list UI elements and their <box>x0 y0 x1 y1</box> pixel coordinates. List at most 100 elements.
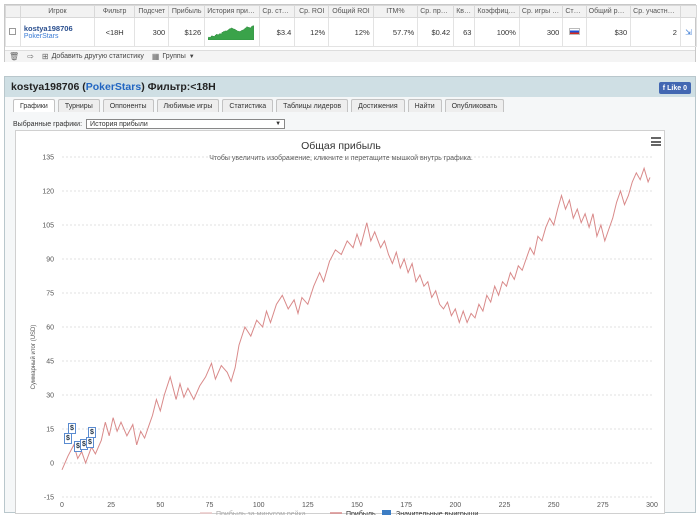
player-name-link[interactable]: kostya198706 <box>24 24 91 33</box>
facebook-like-button[interactable]: f Like 0 <box>658 82 691 94</box>
col-header-coefficient[interactable]: Коэффициент <box>474 5 520 18</box>
chart-svg: Общая прибыль Чтобы увеличить изображени… <box>30 140 658 515</box>
player-site-link[interactable]: PokerStars <box>24 33 91 40</box>
col-header-extra <box>679 5 698 18</box>
x-tick-label: 25 <box>107 502 115 509</box>
col-header-player[interactable]: Игрок <box>19 5 96 18</box>
col-header-total-rake[interactable]: Общий рейк <box>585 5 632 18</box>
x-tick-label: 300 <box>646 502 658 509</box>
y-tick-label: 105 <box>42 223 54 230</box>
col-header-qualif[interactable]: Квалиф. <box>453 5 476 18</box>
y-tick-label: 30 <box>46 393 54 400</box>
col-header-filter[interactable]: Фильтр <box>93 5 136 18</box>
profit-chart[interactable]: Общая прибыль Чтобы увеличить изображени… <box>15 130 665 515</box>
trash-icon: 🗑 <box>9 52 20 61</box>
menu-bar <box>651 140 661 143</box>
tab-graphs[interactable]: Графики <box>13 99 55 112</box>
x-tick-label: 100 <box>253 502 265 509</box>
like-label: Like 0 <box>667 84 687 92</box>
menu-bar <box>651 144 661 146</box>
col-header-country[interactable]: Страна <box>562 5 587 18</box>
grid-layer <box>62 156 652 498</box>
legend-label: Значительные выигрыши <box>396 511 478 515</box>
col-header-select <box>5 5 21 18</box>
big-win-markers: $ $ $ $ $ $ <box>64 423 106 463</box>
player-cell: kostya198706 PokerStars <box>19 17 96 47</box>
tab-publish[interactable]: Опубликовать <box>444 99 505 112</box>
panel-site-link[interactable]: PokerStars <box>86 81 141 93</box>
col-header-avg-games[interactable]: Ср. игры / день <box>518 5 564 18</box>
external-link-icon[interactable]: ⇲ <box>685 28 692 37</box>
row-checkbox[interactable] <box>9 27 17 35</box>
tab-achievements[interactable]: Достижения <box>351 99 405 112</box>
col-header-itm[interactable]: ITM% <box>372 5 419 18</box>
avg-games-cell: 300 <box>518 17 564 47</box>
x-tick-label: 175 <box>400 502 412 509</box>
x-tick-label: 0 <box>60 502 64 509</box>
itm-cell: 57.7% <box>372 17 419 47</box>
cash-marker-icon[interactable]: $ <box>86 437 94 448</box>
series-line-profit <box>61 166 651 470</box>
chart-menu-icon[interactable] <box>651 137 661 146</box>
tab-find[interactable]: Найти <box>407 99 442 112</box>
chart-subtitle: Чтобы увеличить изображение, кликните и … <box>209 154 473 162</box>
selected-graphs-row: Выбранные графики: История прибыли ▼ <box>13 119 286 129</box>
row-link-cell: ⇲ <box>679 17 698 47</box>
total-roi-cell: 12% <box>328 17 374 47</box>
tab-leaderboards[interactable]: Таблицы лидеров <box>276 99 349 112</box>
avg-participants-cell: 2 <box>630 17 681 47</box>
profit-sparkline <box>208 25 255 40</box>
chevron-down-icon: ▼ <box>188 53 195 60</box>
graph-select[interactable]: История прибыли ▼ <box>86 119 286 129</box>
chart-title: Общая прибыль <box>301 140 381 152</box>
col-header-profit-history[interactable]: История прибыли <box>204 5 261 18</box>
panel-header: kostya198706 ( PokerStars ) Фильтр:<18H <box>5 77 695 97</box>
tab-statistics[interactable]: Статистика <box>222 99 274 112</box>
total-rake-cell: $30 <box>585 17 632 47</box>
tab-bar: Графики Турниры Оппоненты Любимые игры С… <box>13 99 505 112</box>
row-select-cell[interactable] <box>5 17 21 47</box>
y-tick-label: -15 <box>44 495 54 502</box>
col-header-total-roi[interactable]: Общий ROI <box>328 5 374 18</box>
y-tick-label: 75 <box>46 291 54 298</box>
groups-label: Группы <box>162 53 186 60</box>
tab-tournaments[interactable]: Турниры <box>57 99 100 112</box>
russia-flag-icon <box>569 27 580 35</box>
col-header-avg-roi[interactable]: Ср. ROI <box>294 5 330 18</box>
player-stats-panel: Игрок Фильтр Подсчет Прибыль История при… <box>4 4 698 62</box>
x-tick-label: 75 <box>206 502 214 509</box>
player-panel: kostya198706 ( PokerStars ) Фильтр:<18H … <box>4 76 696 515</box>
avg-roi-cell: 12% <box>294 17 330 47</box>
filter-cell: <18H <box>93 17 136 47</box>
avg-profit-cell: $0.42 <box>417 17 455 47</box>
col-header-avg-participants[interactable]: Ср. участники <box>630 5 681 18</box>
col-header-count[interactable]: Подсчет <box>134 5 170 18</box>
tab-favorite-games[interactable]: Любимые игры <box>156 99 220 112</box>
col-header-avg-profit[interactable]: Ср. прибыль <box>417 5 455 18</box>
menu-bar <box>651 137 661 139</box>
groups-button[interactable]: ▦ Группы ▼ <box>152 52 195 61</box>
y-tick-label: 45 <box>46 359 54 366</box>
delete-button[interactable]: 🗑 <box>9 52 19 61</box>
tab-opponents[interactable]: Оппоненты <box>102 99 154 112</box>
col-header-profit[interactable]: Прибыль <box>168 5 206 18</box>
x-tick-label: 50 <box>156 502 164 509</box>
groups-icon: ▦ <box>151 52 160 61</box>
y-tick-label: 60 <box>46 325 54 332</box>
graph-select-value: История прибыли <box>90 120 148 128</box>
profit-cell: $126 <box>168 17 206 47</box>
series-layer <box>61 166 651 470</box>
x-tick-label: 200 <box>449 502 461 509</box>
table-row: kostya198706 PokerStars <18H 300 $126 $3… <box>5 17 698 47</box>
add-stats-button[interactable]: ⊞ Добавить другую статистику <box>42 52 144 61</box>
x-tick-label: 250 <box>548 502 560 509</box>
y-tick-label: 15 <box>46 427 54 434</box>
y-tick-label: 0 <box>50 461 54 468</box>
panel-player-name: kostya198706 <box>11 81 80 93</box>
player-stats-table: Игрок Фильтр Подсчет Прибыль История при… <box>5 5 698 47</box>
x-tick-label: 125 <box>302 502 314 509</box>
share-button[interactable]: ⇨ <box>27 52 34 61</box>
qualif-cell: 63 <box>453 17 476 47</box>
col-header-avg-stake[interactable]: Ср. ставка <box>259 5 296 18</box>
cash-marker-icon[interactable]: $ <box>64 433 72 444</box>
